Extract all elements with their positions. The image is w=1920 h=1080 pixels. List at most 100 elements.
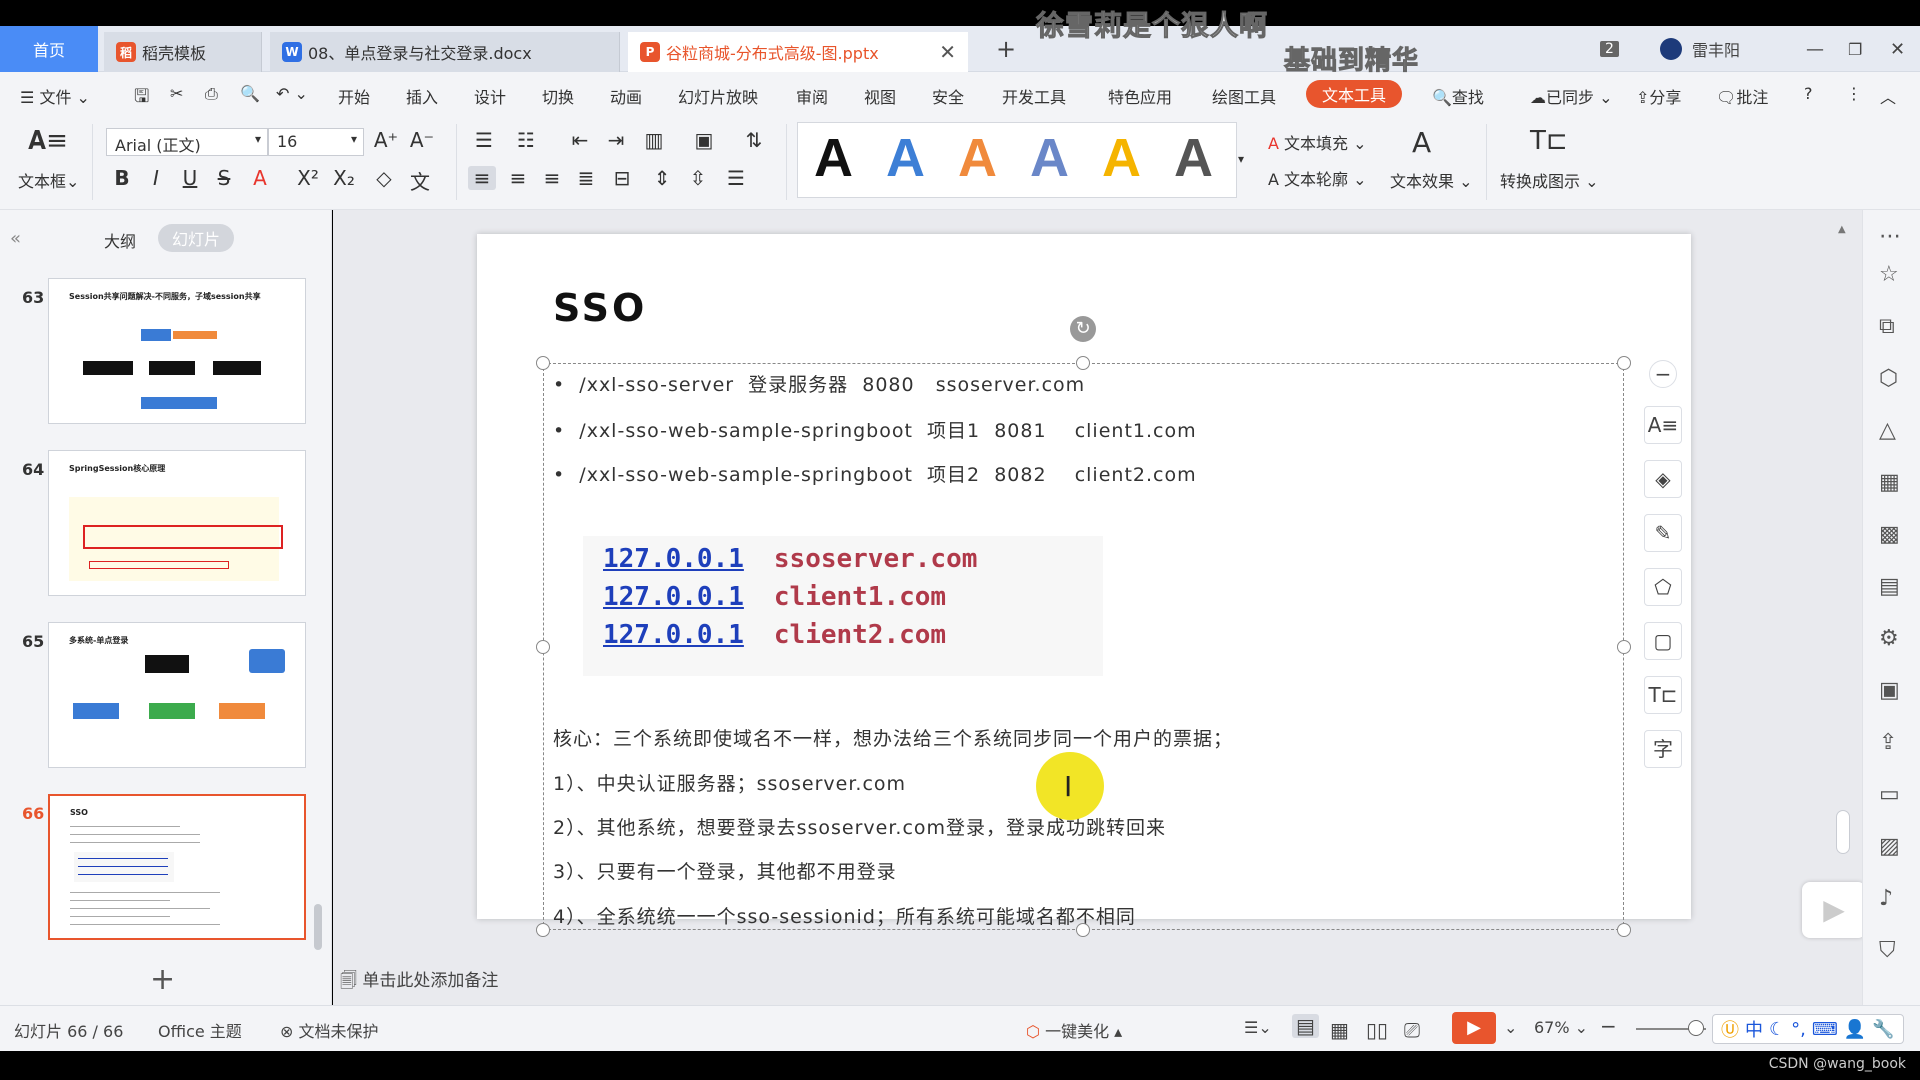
text-effect-icon[interactable]: A bbox=[1412, 126, 1431, 159]
star-icon[interactable]: ☆ bbox=[1879, 262, 1899, 287]
shape-icon[interactable]: ⬡ bbox=[1879, 366, 1898, 391]
reading-view-icon[interactable]: ▯▯ bbox=[1366, 1018, 1388, 1042]
doc-protection[interactable]: ⊗ 文档未保护 bbox=[280, 1018, 379, 1042]
beautify-button[interactable]: ⬡ 一键美化 ▴ bbox=[1026, 1018, 1122, 1042]
template-icon[interactable]: ⧉ bbox=[1879, 314, 1895, 339]
sync-status[interactable]: ☁已同步 ⌄ bbox=[1530, 84, 1613, 108]
zoom-level[interactable]: 67% ⌄ bbox=[1534, 1018, 1588, 1037]
textbox-button[interactable]: 文本框⌄ bbox=[18, 168, 79, 192]
bold-icon[interactable]: B bbox=[108, 166, 136, 190]
decrease-font-icon[interactable]: A⁻ bbox=[408, 128, 436, 152]
convert-diagram-icon[interactable]: T⊏ bbox=[1530, 126, 1568, 156]
menu-view[interactable]: 视图 bbox=[864, 84, 896, 108]
menu-transition[interactable]: 切换 bbox=[542, 84, 574, 108]
menu-features[interactable]: 特色应用 bbox=[1108, 84, 1172, 108]
distribute-icon[interactable]: ⊟ bbox=[608, 166, 636, 190]
user-icon[interactable]: 👤 bbox=[1844, 1019, 1866, 1040]
columns-icon[interactable]: ▥ bbox=[640, 128, 668, 152]
print-icon[interactable]: ⎙ bbox=[205, 84, 218, 104]
slide-thumbnail-64[interactable]: SpringSession核心原理 bbox=[48, 450, 306, 596]
tools-icon[interactable]: 🔧 bbox=[1872, 1019, 1894, 1040]
picture-icon[interactable]: ▨ bbox=[1879, 834, 1900, 859]
user-account[interactable]: 雷丰阳 bbox=[1660, 26, 1740, 72]
add-slide-button[interactable]: + bbox=[150, 962, 175, 997]
tab-outline[interactable]: 大纲 bbox=[104, 228, 136, 252]
tab-count-badge[interactable]: 2 bbox=[1600, 26, 1619, 72]
zoom-slider-knob[interactable] bbox=[1688, 1020, 1704, 1036]
minimize-icon[interactable]: — bbox=[1806, 26, 1824, 72]
collapse-panel-icon[interactable]: « bbox=[10, 228, 21, 249]
subscript-icon[interactable]: X₂ bbox=[330, 166, 358, 190]
clear-format-icon[interactable]: ◇ bbox=[370, 166, 398, 190]
close-window-icon[interactable]: ✕ bbox=[1890, 26, 1905, 72]
normal-view-icon[interactable]: ▤ bbox=[1292, 1014, 1319, 1038]
brush-icon[interactable]: ✎ bbox=[1644, 514, 1682, 552]
rotate-handle-icon[interactable]: ↻ bbox=[1070, 316, 1096, 342]
settings-icon[interactable]: ⚙ bbox=[1879, 626, 1899, 651]
close-tab-icon[interactable]: ✕ bbox=[939, 40, 956, 64]
export-icon[interactable]: ⇪ bbox=[1879, 730, 1897, 755]
slide-thumbnail-65[interactable]: 多系统-单点登录 bbox=[48, 622, 306, 768]
design-icon[interactable]: △ bbox=[1879, 418, 1896, 443]
resize-handle[interactable] bbox=[1617, 640, 1631, 654]
menu-slideshow[interactable]: 幻灯片放映 bbox=[678, 84, 758, 108]
resize-handle[interactable] bbox=[1617, 923, 1631, 937]
strikethrough-icon[interactable]: S bbox=[210, 166, 238, 190]
text-box-selection[interactable] bbox=[543, 363, 1624, 930]
ime-toolbar[interactable]: Ⓤ 中 ☾ °, ⌨ 👤 🔧 bbox=[1712, 1014, 1904, 1044]
menu-review[interactable]: 审阅 bbox=[796, 84, 828, 108]
increase-indent-icon[interactable]: ⇥ bbox=[602, 128, 630, 152]
more-options-icon[interactable]: ⋯ bbox=[1879, 224, 1901, 249]
font-icon[interactable]: 字 bbox=[1644, 730, 1682, 768]
text-format-icon[interactable]: A≡ bbox=[1644, 406, 1682, 444]
resize-handle[interactable] bbox=[1076, 923, 1090, 937]
menu-text-tools[interactable]: 文本工具 bbox=[1306, 80, 1403, 108]
phonetic-icon[interactable]: 文 bbox=[406, 166, 434, 195]
new-tab-button[interactable]: + bbox=[996, 26, 1016, 72]
numbered-list-icon[interactable]: ☷ bbox=[512, 128, 540, 152]
resize-handle[interactable] bbox=[1076, 356, 1090, 370]
zoom-out-icon[interactable]: − bbox=[1600, 1014, 1617, 1038]
line-spacing-icon[interactable]: ⇕ bbox=[648, 166, 676, 190]
slide-thumbnail-63[interactable]: Session共享问题解决-不同服务，子域session共享 bbox=[48, 278, 306, 424]
justify-icon[interactable]: ≣ bbox=[572, 166, 600, 190]
restore-icon[interactable]: ❐ bbox=[1848, 26, 1862, 72]
panel-scrollbar[interactable] bbox=[314, 904, 322, 950]
help-icon[interactable]: ? bbox=[1804, 84, 1813, 103]
notes-toggle-icon[interactable]: ☰⌄ bbox=[1244, 1018, 1272, 1037]
superscript-icon[interactable]: X² bbox=[294, 166, 322, 190]
punctuation-icon[interactable]: °, bbox=[1791, 1019, 1806, 1040]
ime-mode[interactable]: 中 bbox=[1745, 1016, 1763, 1042]
font-color-icon[interactable]: A bbox=[246, 166, 274, 190]
font-size-select[interactable]: 16 ▾ bbox=[268, 128, 364, 156]
notes-placeholder[interactable]: 🗐 单击此处添加备注 bbox=[340, 966, 498, 997]
text-style-preset[interactable]: A bbox=[814, 127, 853, 189]
tab-slides[interactable]: 幻灯片 bbox=[158, 224, 235, 252]
resize-handle[interactable] bbox=[536, 640, 550, 654]
image-icon[interactable]: ▣ bbox=[1879, 678, 1900, 703]
menu-devtools[interactable]: 开发工具 bbox=[1002, 84, 1066, 108]
presenter-view-icon[interactable]: ⎚ bbox=[1404, 1018, 1420, 1042]
text-style-preset[interactable]: A bbox=[886, 127, 925, 189]
collapse-icon[interactable]: − bbox=[1649, 360, 1677, 388]
slide-thumbnail-66[interactable]: SSO bbox=[48, 794, 306, 940]
text-outline-button[interactable]: A 文本轮廓 ⌄ bbox=[1268, 166, 1367, 190]
format-painter-icon[interactable]: ✂ bbox=[170, 84, 183, 103]
menu-drawing-tools[interactable]: 绘图工具 bbox=[1212, 84, 1276, 108]
floating-play-icon[interactable]: ▶ bbox=[1802, 882, 1866, 938]
resize-handle[interactable] bbox=[536, 356, 550, 370]
layers-icon[interactable]: ◈ bbox=[1644, 460, 1682, 498]
moon-icon[interactable]: ☾ bbox=[1769, 1019, 1785, 1040]
align-left-icon[interactable]: ≡ bbox=[468, 166, 496, 190]
share-button[interactable]: ⇪分享 bbox=[1636, 84, 1681, 108]
tab-pptx[interactable]: P 谷粒商城-分布式高级-图.pptx ✕ bbox=[628, 32, 968, 72]
file-menu[interactable]: ☰ 文件 ⌄ bbox=[20, 84, 90, 108]
paragraph-settings-icon[interactable]: ☰ bbox=[722, 166, 750, 190]
menu-insert[interactable]: 插入 bbox=[406, 84, 438, 108]
table-icon[interactable]: ▦ bbox=[1879, 470, 1900, 495]
text-style-preset[interactable]: A bbox=[1174, 127, 1213, 189]
resize-handle[interactable] bbox=[536, 923, 550, 937]
grid-icon[interactable]: ▩ bbox=[1879, 522, 1900, 547]
chart-icon[interactable]: ▤ bbox=[1879, 574, 1900, 599]
audio-icon[interactable]: ♪ bbox=[1879, 886, 1893, 911]
